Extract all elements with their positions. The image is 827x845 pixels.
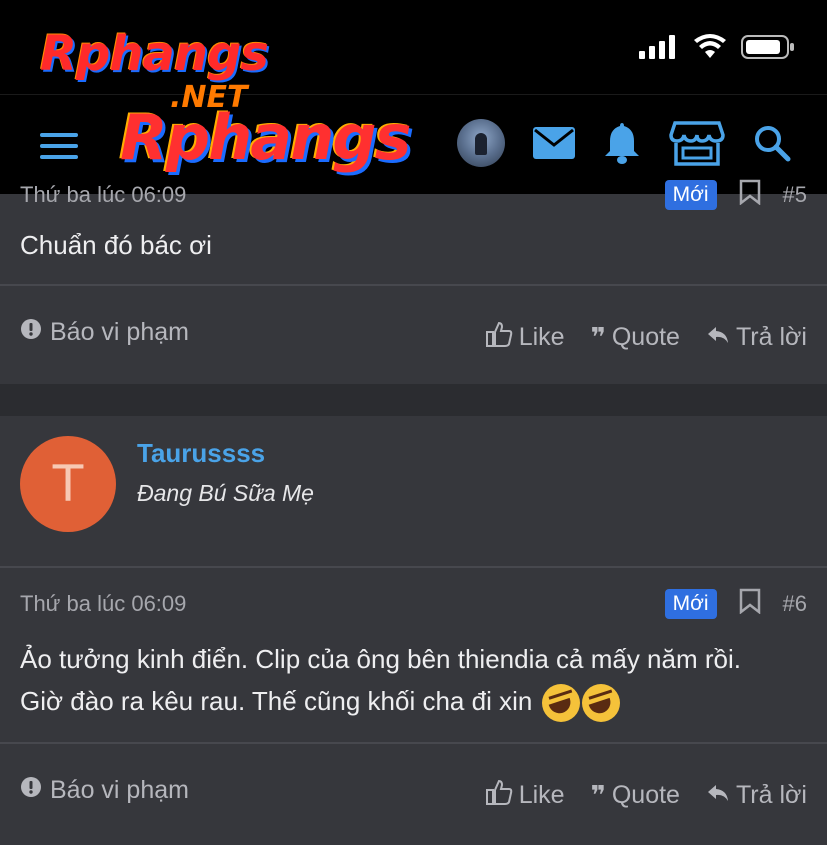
post-body-line: Giờ đào ra kêu rau. Thế cũng khối cha đi… bbox=[20, 680, 807, 723]
author-username[interactable]: Taurussss bbox=[137, 438, 265, 469]
post-card: T Taurussss Đang Bú Sữa Mẹ Thứ ba lúc 06… bbox=[0, 416, 827, 845]
user-avatar-button[interactable] bbox=[457, 119, 505, 167]
like-label: Like bbox=[518, 780, 565, 809]
post-body: Chuẩn đó bác ơi bbox=[20, 230, 212, 260]
bookmark-icon[interactable] bbox=[739, 588, 761, 620]
battery-icon bbox=[741, 34, 795, 65]
quote-label: Quote bbox=[611, 780, 680, 809]
store-icon[interactable] bbox=[669, 119, 725, 167]
wifi-icon bbox=[693, 34, 727, 65]
reply-arrow-icon bbox=[706, 323, 730, 352]
report-button[interactable]: Báo vi phạm bbox=[20, 776, 189, 805]
reply-button[interactable]: Trả lời bbox=[706, 323, 807, 352]
bell-icon[interactable] bbox=[603, 121, 641, 165]
report-button[interactable]: Báo vi phạm bbox=[20, 318, 189, 347]
quote-button[interactable]: ❞ Quote bbox=[591, 781, 680, 810]
post-number[interactable]: #5 bbox=[783, 182, 807, 208]
report-label: Báo vi phạm bbox=[50, 317, 189, 346]
menu-icon[interactable] bbox=[40, 133, 78, 159]
post-timestamp[interactable]: Thứ ba lúc 06:09 bbox=[20, 591, 186, 617]
post-number[interactable]: #6 bbox=[783, 591, 807, 617]
alert-icon bbox=[20, 318, 42, 347]
report-label: Báo vi phạm bbox=[50, 775, 189, 804]
thumbs-up-icon bbox=[485, 320, 513, 355]
post-timestamp[interactable]: Thứ ba lúc 06:09 bbox=[20, 182, 186, 208]
author-divider bbox=[0, 566, 827, 568]
watermark-brand: Rphangs bbox=[40, 26, 269, 82]
quote-icon: ❞ bbox=[590, 322, 606, 352]
thumbs-up-icon bbox=[485, 778, 513, 813]
signal-icon bbox=[639, 35, 679, 64]
status-icons bbox=[639, 34, 795, 65]
quote-button[interactable]: ❞ Quote bbox=[591, 323, 680, 352]
rofl-emoji-icon bbox=[581, 684, 620, 723]
post-divider bbox=[0, 742, 827, 744]
reply-arrow-icon bbox=[706, 781, 730, 810]
reply-label: Trả lời bbox=[735, 322, 807, 351]
watermark-domain: .NET bbox=[170, 80, 248, 115]
like-button[interactable]: Like bbox=[485, 320, 565, 355]
like-label: Like bbox=[518, 322, 565, 351]
quote-label: Quote bbox=[611, 322, 680, 351]
post-actions: Báo vi phạm Like ❞ Quote Trả lời bbox=[20, 770, 807, 810]
bookmark-icon[interactable] bbox=[739, 179, 761, 211]
post-divider bbox=[0, 284, 827, 286]
reply-button[interactable]: Trả lời bbox=[706, 781, 807, 810]
rofl-emoji-icon bbox=[541, 684, 580, 723]
post-body-line: Ảo tưởng kinh điển. Clip của ông bên thi… bbox=[20, 644, 741, 674]
alert-icon bbox=[20, 776, 42, 805]
post-meta: Thứ ba lúc 06:09 Mới #6 bbox=[20, 588, 807, 620]
post-author: T Taurussss Đang Bú Sữa Mẹ bbox=[0, 416, 827, 566]
post-card: Thứ ba lúc 06:09 Mới #5 Chuẩn đó bác ơi … bbox=[0, 179, 827, 384]
post-actions: Báo vi phạm Like ❞ Quote Trả lời bbox=[20, 312, 807, 352]
site-logo[interactable]: Rphangs bbox=[120, 107, 412, 169]
search-icon[interactable] bbox=[753, 124, 791, 162]
new-badge: Mới bbox=[664, 180, 717, 210]
reply-label: Trả lời bbox=[735, 780, 807, 809]
watermark-logo: Rphangs .NET bbox=[40, 26, 300, 116]
author-avatar[interactable]: T bbox=[20, 436, 116, 532]
mail-icon[interactable] bbox=[533, 127, 575, 159]
post-meta: Thứ ba lúc 06:09 Mới #5 bbox=[20, 179, 807, 211]
quote-icon: ❞ bbox=[590, 780, 606, 810]
new-badge: Mới bbox=[664, 589, 717, 619]
header-actions bbox=[457, 119, 791, 167]
post-body: Ảo tưởng kinh điển. Clip của ông bên thi… bbox=[20, 638, 807, 723]
author-title: Đang Bú Sữa Mẹ bbox=[137, 480, 314, 506]
post-separator bbox=[0, 384, 827, 416]
like-button[interactable]: Like bbox=[485, 778, 565, 813]
